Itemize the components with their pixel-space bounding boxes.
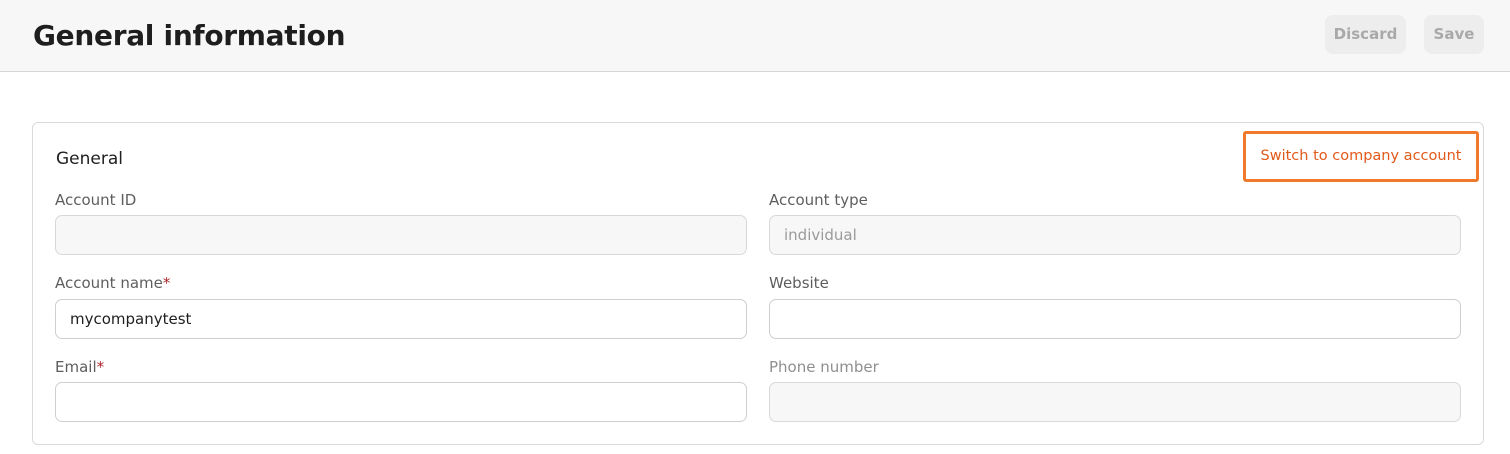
- account-id-label: Account ID: [55, 190, 747, 210]
- page-title: General information: [33, 19, 346, 52]
- email-label: Email*: [55, 357, 747, 377]
- email-input[interactable]: [55, 382, 747, 422]
- website-label-text: Website: [769, 274, 829, 292]
- phone-number-label: Phone number: [769, 357, 1461, 377]
- general-section: General Switch to company account Accoun…: [32, 122, 1484, 445]
- switch-to-company-account-button[interactable]: Switch to company account: [1243, 131, 1479, 182]
- account-name-input[interactable]: [55, 299, 747, 339]
- account-id-label-text: Account ID: [55, 191, 137, 209]
- website-input[interactable]: [769, 299, 1461, 339]
- email-label-text: Email: [55, 358, 97, 376]
- account-type-input[interactable]: [769, 215, 1461, 255]
- discard-button[interactable]: Discard: [1325, 15, 1406, 54]
- section-title: General: [56, 149, 123, 169]
- phone-number-label-text: Phone number: [769, 358, 879, 376]
- required-mark: *: [162, 274, 171, 292]
- website-label: Website: [769, 273, 1461, 293]
- required-mark: *: [96, 358, 105, 376]
- account-type-label-text: Account type: [769, 191, 868, 209]
- account-type-label: Account type: [769, 190, 1461, 210]
- account-id-input[interactable]: [55, 215, 747, 255]
- account-name-label-text: Account name: [55, 274, 163, 292]
- account-name-label: Account name*: [55, 273, 747, 293]
- phone-number-input[interactable]: [769, 382, 1461, 422]
- save-button[interactable]: Save: [1424, 15, 1484, 54]
- page-header: General information Discard Save: [0, 0, 1510, 72]
